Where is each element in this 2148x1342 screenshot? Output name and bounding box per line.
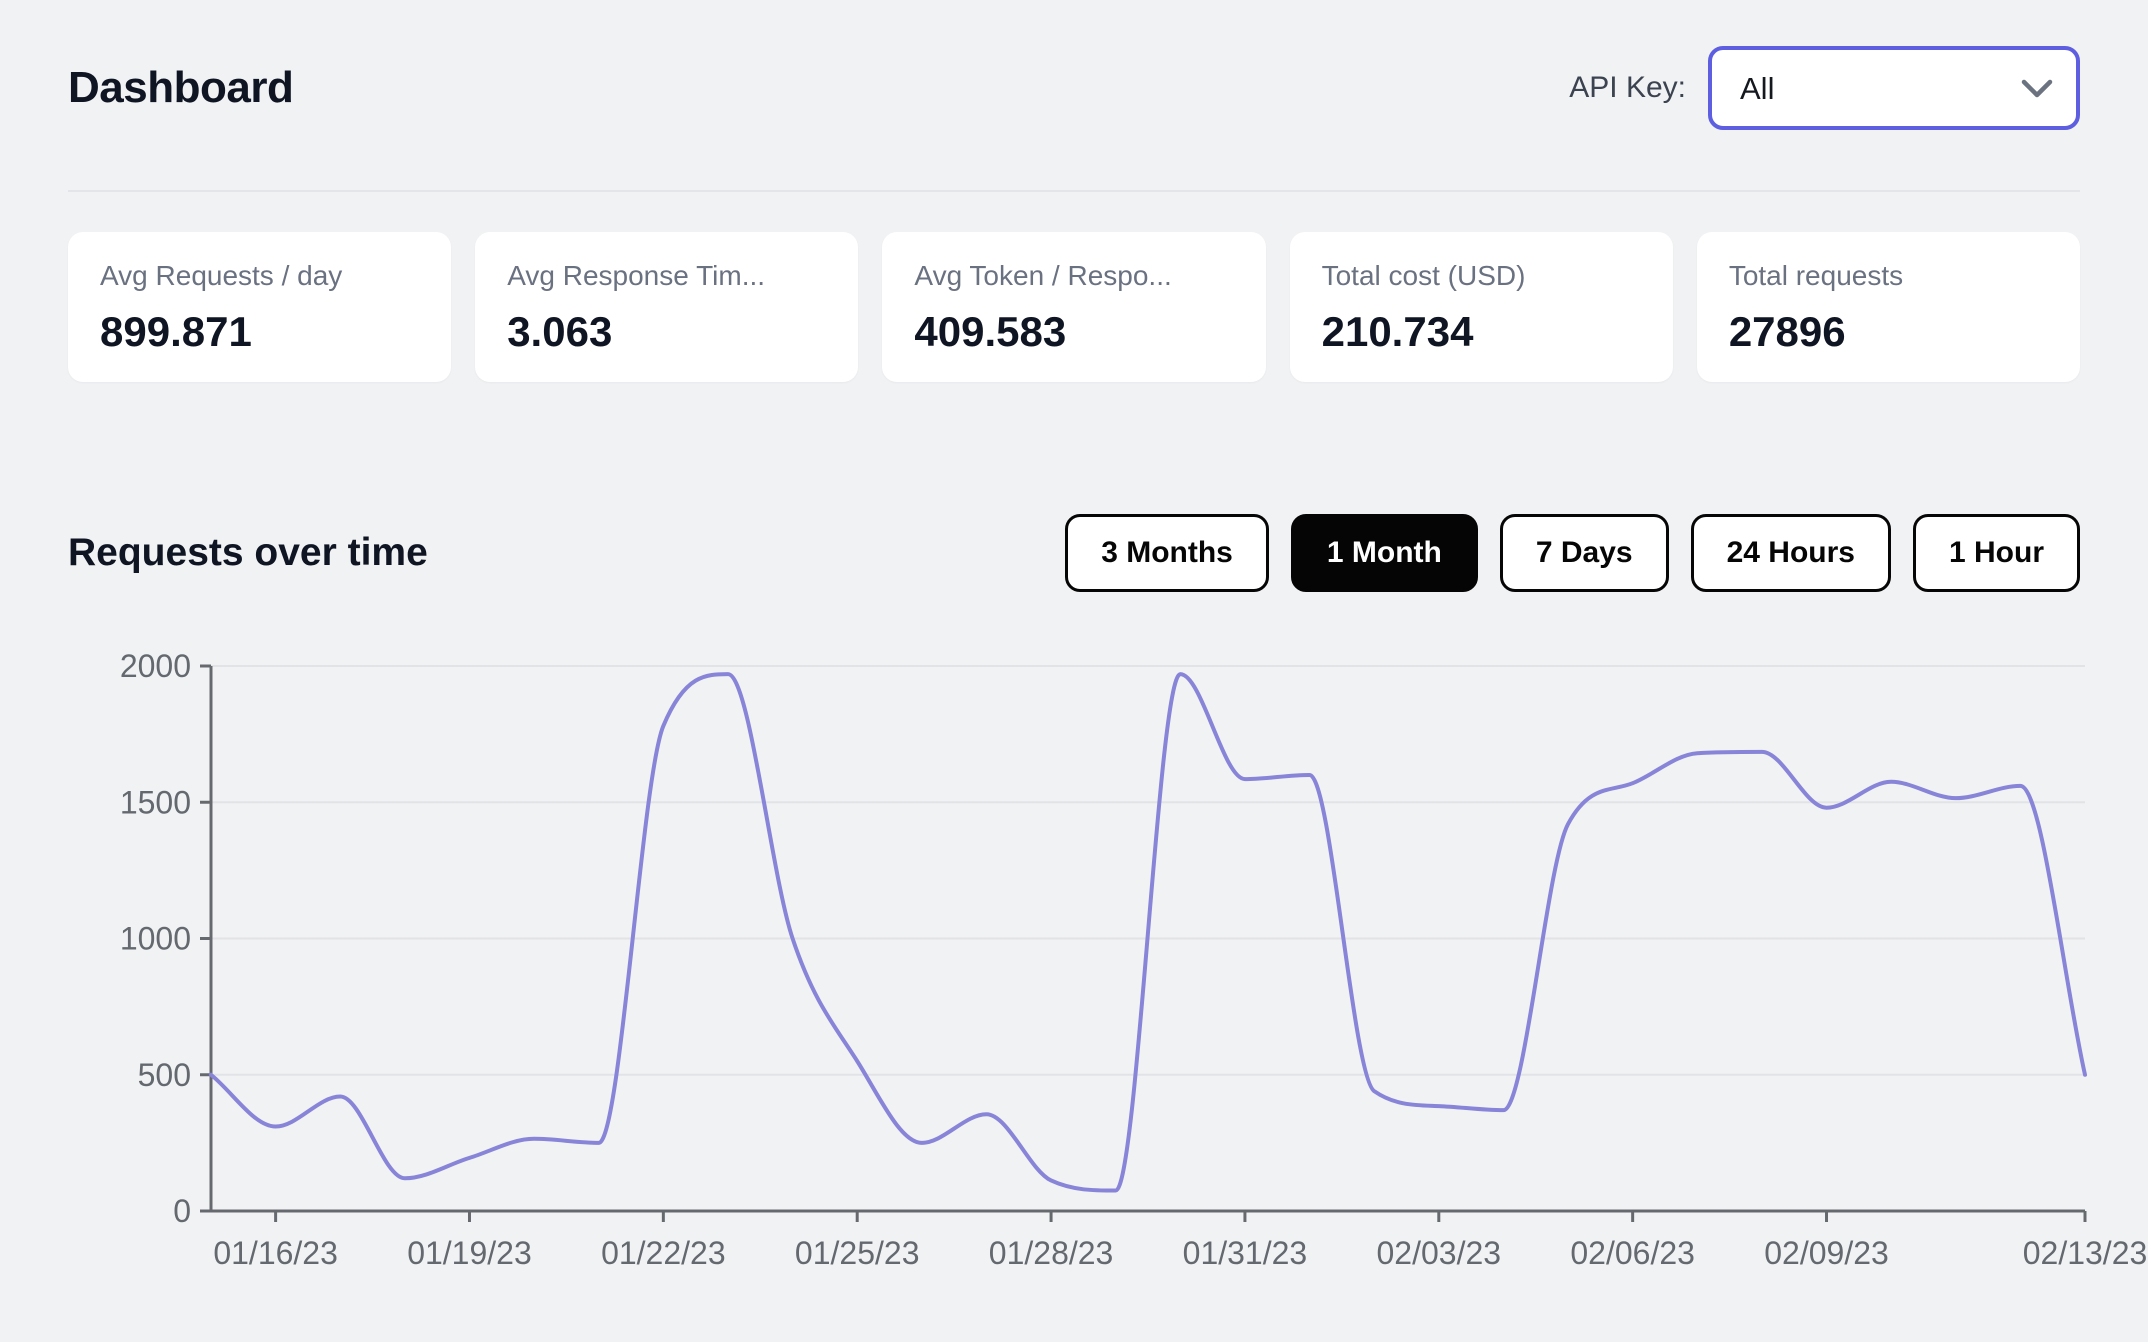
y-axis-tick-label: 1500	[120, 784, 191, 820]
stat-card-label: Avg Token / Respo...	[914, 260, 1172, 291]
range-button-1-month[interactable]: 1 Month	[1290, 514, 1478, 592]
range-button-1-hour[interactable]: 1 Hour	[1912, 514, 2080, 592]
stat-card: Avg Token / Respo... 409.583	[882, 232, 1266, 382]
stat-card-label: Total requests	[1728, 260, 1904, 291]
dashboard-page: Dashboard API Key: All Avg Requests / da…	[0, 0, 2148, 1307]
x-axis-tick-label: 02/03/23	[1377, 1235, 1502, 1271]
section-title: Requests over time	[68, 531, 428, 574]
stat-card-value: 210.734	[1321, 308, 1474, 355]
api-key-area: API Key: All	[1569, 46, 2080, 130]
x-axis-tick-label: 01/31/23	[1183, 1235, 1308, 1271]
y-axis-tick-label: 500	[138, 1057, 191, 1093]
stat-card: Total requests 27896	[1696, 232, 2081, 382]
x-axis-tick-label: 01/16/23	[213, 1235, 338, 1271]
stat-card-label: Avg Response Tim...	[507, 260, 766, 291]
x-axis-tick-label: 01/22/23	[601, 1235, 726, 1271]
stat-card-label: Total cost (USD)	[1321, 260, 1526, 291]
line-chart: 0 500 1000 1500 2000 01/16/23 01/19/23 01/22/23…	[120, 648, 2148, 1271]
api-key-select-wrap: All	[1708, 46, 2080, 130]
api-key-label: API Key:	[1569, 71, 1686, 104]
stat-card-value: 27896	[1728, 308, 1846, 355]
requests-line-series	[209, 672, 2087, 1193]
range-button-24-hours[interactable]: 24 Hours	[1690, 514, 1891, 592]
stat-card-value: 409.583	[914, 308, 1067, 355]
stat-card-value: 899.871	[100, 308, 252, 355]
x-axis-tick-label: 02/13/23	[2023, 1235, 2148, 1271]
page-title: Dashboard	[68, 63, 294, 112]
api-key-select[interactable]: All	[1708, 46, 2080, 130]
stat-card: Avg Response Tim... 3.063	[475, 232, 859, 382]
requests-chart: 0 500 1000 1500 2000 01/16/23 01/19/23 01/22/23…	[68, 642, 2147, 1307]
x-axis-tick-label: 01/28/23	[989, 1235, 1114, 1271]
time-range-buttons: 3 Months 1 Month 7 Days 24 Hours 1 Hour	[1065, 514, 2080, 592]
stat-card: Total cost (USD) 210.734	[1289, 232, 1673, 382]
x-axis-tick-label: 02/09/23	[1764, 1235, 1889, 1271]
y-axis-tick-label: 2000	[120, 648, 191, 684]
stat-card: Avg Requests / day 899.871	[68, 232, 452, 382]
y-axis-tick-label: 0	[173, 1193, 191, 1229]
y-axis-tick-label: 1000	[120, 921, 191, 957]
x-axis-tick-label: 02/06/23	[1570, 1235, 1695, 1271]
range-button-3-months[interactable]: 3 Months	[1065, 514, 1269, 592]
header: Dashboard API Key: All	[68, 0, 2080, 130]
x-axis-tick-label: 01/19/23	[407, 1235, 532, 1271]
stat-cards: Avg Requests / day 899.871 Avg Response Ti…	[68, 232, 2081, 382]
stat-card-label: Avg Requests / day	[100, 260, 343, 291]
stat-card-value: 3.063	[507, 308, 613, 355]
header-divider	[68, 190, 2080, 192]
chart-section-header: Requests over time 3 Months 1 Month 7 Days…	[68, 514, 2080, 592]
range-button-7-days[interactable]: 7 Days	[1499, 514, 1669, 592]
x-axis-tick-label: 01/25/23	[795, 1235, 920, 1271]
